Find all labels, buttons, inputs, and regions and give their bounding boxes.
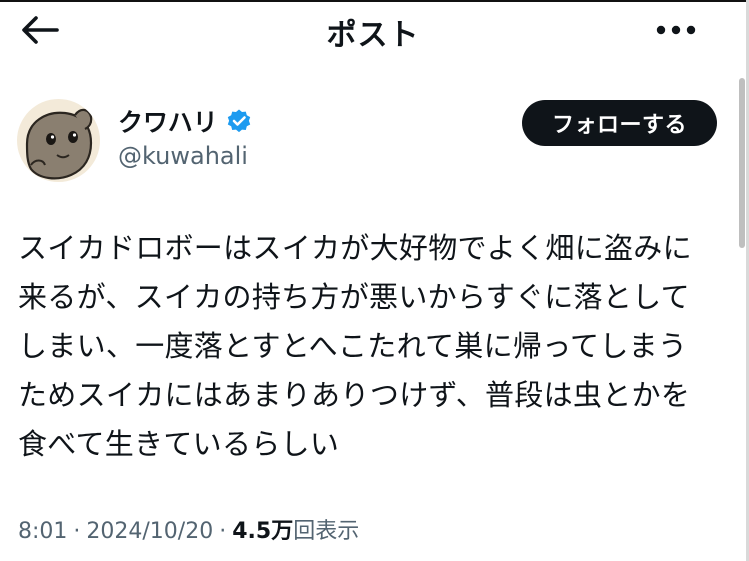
top-app-bar: ポスト: [0, 2, 746, 58]
more-horizontal-icon: [656, 25, 696, 35]
post-text-line: しまい、一度落とすとへこたれて巣に帰ってしまう: [18, 329, 688, 363]
scrollbar-thumb[interactable]: [739, 78, 745, 248]
view-count-label: 回表示: [293, 519, 360, 544]
verified-badge-icon: [226, 108, 252, 134]
page-title: ポスト: [326, 18, 420, 53]
separator-dot: ·: [219, 519, 227, 544]
post-metadata: 8:01 · 2024/10/20 · 4.5万回表示: [18, 513, 359, 545]
more-options-button[interactable]: [648, 14, 704, 46]
post-detail-screen: ポスト クワハリ @kuwahali フォローする スイカドロボーはスイカが大好…: [0, 0, 749, 561]
post-text-line: ためスイカにはあまりありつけず、普段は虫とかを: [18, 378, 691, 412]
avatar[interactable]: [17, 99, 100, 182]
post-time[interactable]: 8:01: [18, 519, 67, 544]
post-text-line: スイカドロボーはスイカが大好物でよく畑に盗みに: [18, 231, 692, 265]
view-count: 4.5万: [232, 519, 294, 544]
post-text: スイカドロボーはスイカが大好物でよく畑に盗みに 来るが、スイカの持ち方が悪いから…: [18, 224, 718, 469]
author-name: クワハリ: [118, 108, 218, 137]
follow-button[interactable]: フォローする: [522, 100, 717, 146]
post-text-line: 来るが、スイカの持ち方が悪いからすぐに落として: [18, 280, 690, 314]
avatar-cartoon-character: [17, 99, 100, 182]
author-handle[interactable]: @kuwahali: [118, 142, 248, 170]
separator-dot: ·: [73, 519, 81, 544]
post-text-line: 食べて生きているらしい: [18, 427, 340, 461]
author-name-row[interactable]: クワハリ: [118, 103, 252, 139]
post-date[interactable]: 2024/10/20: [86, 519, 213, 544]
